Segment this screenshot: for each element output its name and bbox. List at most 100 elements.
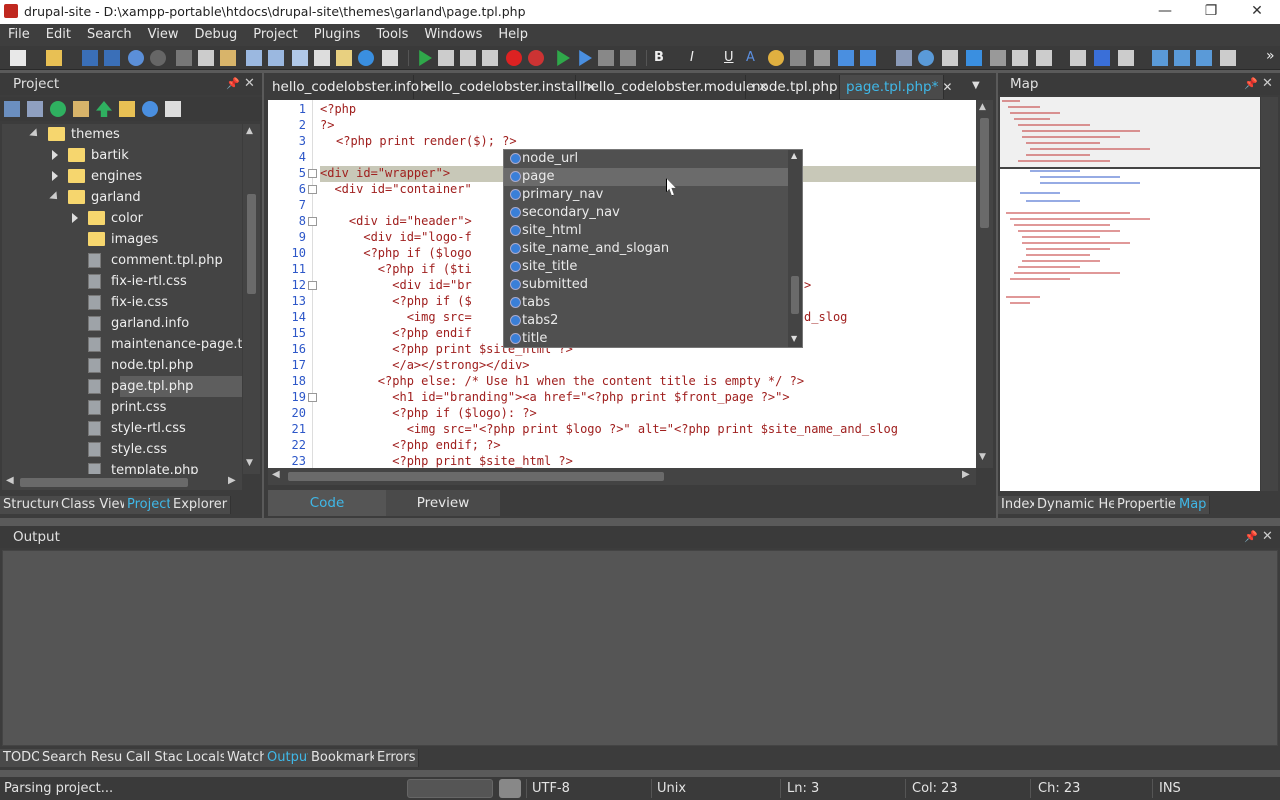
expand-arrow-icon[interactable] (52, 171, 58, 181)
tab-errors[interactable]: Errors (374, 749, 420, 767)
paste-icon[interactable] (220, 50, 236, 66)
tree-horizontal-scrollbar[interactable]: ◀ ▶ (2, 474, 242, 490)
fold-toggle-icon[interactable] (308, 393, 317, 402)
tab-map[interactable]: Map (1176, 496, 1211, 514)
save-all-icon[interactable] (104, 50, 120, 66)
menu-debug[interactable]: Debug (186, 24, 245, 46)
step-out-icon[interactable] (482, 50, 498, 66)
align-icon[interactable] (1012, 50, 1028, 66)
link-icon[interactable] (918, 50, 934, 66)
step-into-icon[interactable] (438, 50, 454, 66)
open-folder-icon[interactable] (46, 50, 62, 66)
scroll-right-icon[interactable]: ▶ (228, 475, 236, 486)
collapse-arrow-icon[interactable] (49, 191, 61, 203)
tree-file[interactable]: print.css (2, 397, 242, 418)
menu-view[interactable]: View (140, 24, 187, 46)
fold-toggle-icon[interactable] (308, 169, 317, 178)
tree-file[interactable]: fix-ie-rtl.css (2, 271, 242, 292)
stop-icon[interactable] (620, 50, 636, 66)
goto-icon[interactable] (292, 50, 308, 66)
scroll-up-icon[interactable]: ▲ (246, 126, 253, 136)
menu-plugins[interactable]: Plugins (306, 24, 369, 46)
tab-hello-codelobster-install[interactable]: hello_codelobster.install ✕ (414, 75, 596, 99)
tree-file[interactable]: maintenance-page.tpl.p (2, 334, 242, 355)
form-icon[interactable] (1118, 50, 1134, 66)
tree-file[interactable]: fix-ie.css (2, 292, 242, 313)
up-icon[interactable] (96, 101, 112, 117)
snippet-icon[interactable] (336, 50, 352, 66)
new-folder-icon[interactable] (73, 101, 89, 117)
editor-scroll-thumb[interactable] (980, 118, 989, 228)
scroll-down-icon[interactable]: ▼ (979, 452, 986, 462)
tree-file[interactable]: garland.info (2, 313, 242, 334)
autocomplete-item[interactable]: site_title (504, 258, 788, 276)
close-tab-icon[interactable]: ✕ (942, 75, 952, 99)
undo-icon[interactable] (128, 50, 144, 66)
menu-search[interactable]: Search (79, 24, 140, 46)
image-icon[interactable] (896, 50, 912, 66)
minimize-button[interactable]: — (1142, 0, 1188, 24)
scroll-up-icon[interactable]: ▲ (979, 102, 986, 112)
spell-icon[interactable] (814, 50, 830, 66)
new-file-icon[interactable] (10, 50, 26, 66)
autocomplete-item[interactable]: tabs (504, 294, 788, 312)
autocomplete-item[interactable]: node_url (504, 150, 788, 168)
stop-parsing-button[interactable] (499, 779, 521, 798)
tree-folder[interactable]: engines (2, 166, 242, 187)
scroll-down-icon[interactable]: ▼ (246, 458, 253, 468)
color-icon[interactable] (768, 50, 784, 66)
tab-project[interactable]: Project (124, 496, 176, 514)
map-scrollbar[interactable] (1261, 97, 1278, 491)
more-icon[interactable] (1220, 50, 1236, 66)
tree-folder[interactable]: bartik (2, 145, 242, 166)
autocomplete-item[interactable]: page (504, 168, 788, 186)
italic-icon[interactable]: I (690, 50, 706, 66)
bookmark-icon[interactable] (314, 50, 330, 66)
tree-file[interactable]: node.tpl.php (2, 355, 242, 376)
tab-hello-codelobster-module[interactable]: hello_codelobster.module ✕ (576, 75, 768, 99)
bold-icon[interactable]: B (654, 50, 670, 66)
output-content[interactable] (2, 550, 1278, 746)
sync-icon[interactable] (142, 101, 158, 117)
menu-edit[interactable]: Edit (38, 24, 79, 46)
editor-hscroll-thumb[interactable] (288, 472, 664, 481)
pin-icon[interactable]: 📌 (1244, 77, 1258, 90)
menu-help[interactable]: Help (490, 24, 536, 46)
step-over-icon[interactable] (460, 50, 476, 66)
continue-icon[interactable] (557, 50, 570, 66)
status-encoding[interactable]: UTF-8 (532, 781, 570, 796)
run-icon[interactable] (419, 50, 432, 66)
expand-arrow-icon[interactable] (52, 150, 58, 160)
tree-vertical-scrollbar[interactable]: ▲ ▼ (243, 124, 260, 474)
tree-file[interactable]: style.css (2, 439, 242, 460)
breakpoint-icon[interactable] (506, 50, 522, 66)
collapse-all-icon[interactable] (27, 101, 43, 117)
tab-hello-codelobster-info[interactable]: hello_codelobster.info ✕ (266, 75, 433, 99)
pin-icon[interactable]: 📌 (226, 77, 240, 90)
scroll-up-icon[interactable]: ▲ (791, 151, 797, 160)
frame-icon[interactable] (1094, 50, 1110, 66)
newline-icon[interactable] (838, 50, 854, 66)
redo-icon[interactable] (150, 50, 166, 66)
autocomplete-scrollbar[interactable]: ▲ ▼ (788, 150, 802, 347)
autocomplete-item[interactable]: site_html (504, 222, 788, 240)
grid-icon[interactable] (1152, 50, 1168, 66)
scroll-right-icon[interactable]: ▶ (962, 469, 970, 480)
tab-explorer[interactable]: Explorer (170, 496, 232, 514)
project-tree[interactable]: themes bartik engines garland color images com… (2, 124, 242, 474)
editor-vertical-scrollbar[interactable]: ▲ ▼ (976, 100, 993, 468)
fold-toggle-icon[interactable] (308, 281, 317, 290)
tree-file[interactable]: template.php (2, 460, 242, 474)
autocomplete-scroll-thumb[interactable] (791, 276, 799, 314)
paragraph-icon[interactable] (860, 50, 876, 66)
tree-file[interactable]: comment.tpl.php (2, 250, 242, 271)
tree-scroll-thumb[interactable] (247, 194, 256, 294)
tree-folder[interactable]: color (2, 208, 242, 229)
toolbar-overflow-icon[interactable]: » (1266, 48, 1275, 64)
expand-arrow-icon[interactable] (72, 213, 78, 223)
autocomplete-item[interactable]: submitted (504, 276, 788, 294)
tree-folder[interactable]: images (2, 229, 242, 250)
tab-search-result[interactable]: Search Result (39, 749, 135, 767)
autocomplete-item[interactable]: site_name_and_slogan (504, 240, 788, 258)
refresh-icon[interactable] (50, 101, 66, 117)
